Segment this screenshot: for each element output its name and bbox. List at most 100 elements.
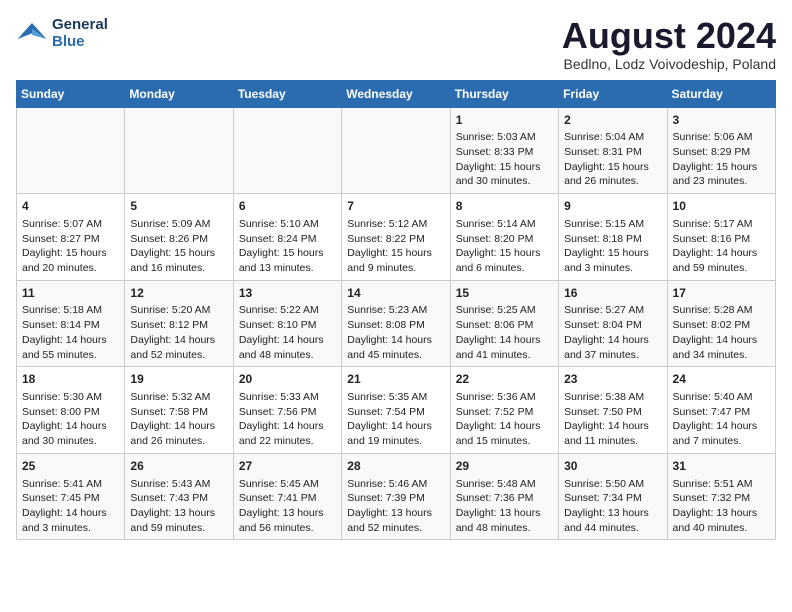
calendar-header-row: SundayMondayTuesdayWednesdayThursdayFrid… — [17, 80, 776, 107]
day-info: Sunrise: 5:10 AM Sunset: 8:24 PM Dayligh… — [239, 217, 336, 276]
calendar-cell: 3Sunrise: 5:06 AM Sunset: 8:29 PM Daylig… — [667, 107, 775, 194]
calendar-cell — [233, 107, 341, 194]
day-info: Sunrise: 5:14 AM Sunset: 8:20 PM Dayligh… — [456, 217, 553, 276]
day-info: Sunrise: 5:36 AM Sunset: 7:52 PM Dayligh… — [456, 390, 553, 449]
calendar-cell: 24 Sunrise: 5:40 AM Sunset: 7:47 PM Dayli… — [667, 367, 775, 454]
calendar-week-3: 11Sunrise: 5:18 AM Sunset: 8:14 PM Dayli… — [17, 280, 776, 367]
day-number: 15 — [456, 285, 553, 302]
day-number: 20 — [239, 371, 336, 388]
calendar-cell: 2Sunrise: 5:04 AM Sunset: 8:31 PM Daylig… — [559, 107, 667, 194]
header-day-thursday: Thursday — [450, 80, 558, 107]
day-number: 25 — [22, 458, 119, 475]
day-number: 6 — [239, 198, 336, 215]
day-info: Sunrise: 5:12 AM Sunset: 8:22 PM Dayligh… — [347, 217, 444, 276]
header-day-monday: Monday — [125, 80, 233, 107]
calendar-cell: 28 Sunrise: 5:46 AM Sunset: 7:39 PM Dayli… — [342, 453, 450, 540]
day-info: Sunrise: 5:03 AM Sunset: 8:33 PM Dayligh… — [456, 130, 553, 189]
calendar-table: SundayMondayTuesdayWednesdayThursdayFrid… — [16, 80, 776, 541]
title-block: August 2024 Bedlno, Lodz Voivodeship, Po… — [562, 16, 776, 72]
calendar-cell: 5Sunrise: 5:09 AM Sunset: 8:26 PM Daylig… — [125, 194, 233, 281]
calendar-cell: 21 Sunrise: 5:35 AM Sunset: 7:54 PM Dayli… — [342, 367, 450, 454]
calendar-cell: 29Sunrise: 5:48 AM Sunset: 7:36 PM Dayli… — [450, 453, 558, 540]
calendar-cell: 22 Sunrise: 5:36 AM Sunset: 7:52 PM Dayli… — [450, 367, 558, 454]
calendar-cell: 27 Sunrise: 5:45 AM Sunset: 7:41 PM Dayli… — [233, 453, 341, 540]
day-info: Sunrise: 5:04 AM Sunset: 8:31 PM Dayligh… — [564, 130, 661, 189]
day-info: Sunrise: 5:27 AM Sunset: 8:04 PM Dayligh… — [564, 303, 661, 362]
day-number: 5 — [130, 198, 227, 215]
day-number: 27 — [239, 458, 336, 475]
calendar-cell: 15Sunrise: 5:25 AM Sunset: 8:06 PM Dayli… — [450, 280, 558, 367]
calendar-cell: 8Sunrise: 5:14 AM Sunset: 8:20 PM Daylig… — [450, 194, 558, 281]
day-number: 21 — [347, 371, 444, 388]
day-info: Sunrise: 5:20 AM Sunset: 8:12 PM Dayligh… — [130, 303, 227, 362]
day-number: 24 — [673, 371, 770, 388]
day-info: Sunrise: 5:06 AM Sunset: 8:29 PM Dayligh… — [673, 130, 770, 189]
calendar-cell: 18 Sunrise: 5:30 AM Sunset: 8:00 PM Dayli… — [17, 367, 125, 454]
calendar-cell: 30 Sunrise: 5:50 AM Sunset: 7:34 PM Dayli… — [559, 453, 667, 540]
day-number: 23 — [564, 371, 661, 388]
day-info: Sunrise: 5:23 AM Sunset: 8:08 PM Dayligh… — [347, 303, 444, 362]
calendar-cell: 12Sunrise: 5:20 AM Sunset: 8:12 PM Dayli… — [125, 280, 233, 367]
day-info: Sunrise: 5:41 AM Sunset: 7:45 PM Dayligh… — [22, 477, 119, 536]
logo-text: General Blue — [52, 16, 108, 50]
month-title: August 2024 — [562, 16, 776, 56]
calendar-cell: 31 Sunrise: 5:51 AM Sunset: 7:32 PM Dayli… — [667, 453, 775, 540]
day-number: 30 — [564, 458, 661, 475]
day-info: Sunrise: 5:35 AM Sunset: 7:54 PM Dayligh… — [347, 390, 444, 449]
day-number: 13 — [239, 285, 336, 302]
logo-icon — [16, 19, 48, 47]
day-number: 11 — [22, 285, 119, 302]
day-info: Sunrise: 5:51 AM Sunset: 7:32 PM Dayligh… — [673, 477, 770, 536]
day-number: 28 — [347, 458, 444, 475]
day-info: Sunrise: 5:28 AM Sunset: 8:02 PM Dayligh… — [673, 303, 770, 362]
day-info: Sunrise: 5:46 AM Sunset: 7:39 PM Dayligh… — [347, 477, 444, 536]
day-number: 19 — [130, 371, 227, 388]
day-number: 22 — [456, 371, 553, 388]
day-info: Sunrise: 5:17 AM Sunset: 8:16 PM Dayligh… — [673, 217, 770, 276]
calendar-cell: 4Sunrise: 5:07 AM Sunset: 8:27 PM Daylig… — [17, 194, 125, 281]
day-info: Sunrise: 5:33 AM Sunset: 7:56 PM Dayligh… — [239, 390, 336, 449]
calendar-cell — [17, 107, 125, 194]
day-number: 16 — [564, 285, 661, 302]
header-day-saturday: Saturday — [667, 80, 775, 107]
day-info: Sunrise: 5:43 AM Sunset: 7:43 PM Dayligh… — [130, 477, 227, 536]
calendar-cell: 26 Sunrise: 5:43 AM Sunset: 7:43 PM Dayli… — [125, 453, 233, 540]
calendar-cell — [125, 107, 233, 194]
day-info: Sunrise: 5:30 AM Sunset: 8:00 PM Dayligh… — [22, 390, 119, 449]
calendar-cell: 16Sunrise: 5:27 AM Sunset: 8:04 PM Dayli… — [559, 280, 667, 367]
day-number: 1 — [456, 112, 553, 129]
calendar-cell: 13Sunrise: 5:22 AM Sunset: 8:10 PM Dayli… — [233, 280, 341, 367]
day-number: 26 — [130, 458, 227, 475]
day-number: 17 — [673, 285, 770, 302]
day-number: 18 — [22, 371, 119, 388]
calendar-cell: 6 Sunrise: 5:10 AM Sunset: 8:24 PM Daylig… — [233, 194, 341, 281]
day-number: 4 — [22, 198, 119, 215]
calendar-week-4: 18 Sunrise: 5:30 AM Sunset: 8:00 PM Dayli… — [17, 367, 776, 454]
logo: General Blue — [16, 16, 108, 50]
calendar-cell: 10 Sunrise: 5:17 AM Sunset: 8:16 PM Dayli… — [667, 194, 775, 281]
header-day-wednesday: Wednesday — [342, 80, 450, 107]
day-info: Sunrise: 5:38 AM Sunset: 7:50 PM Dayligh… — [564, 390, 661, 449]
day-info: Sunrise: 5:25 AM Sunset: 8:06 PM Dayligh… — [456, 303, 553, 362]
calendar-cell: 11Sunrise: 5:18 AM Sunset: 8:14 PM Dayli… — [17, 280, 125, 367]
day-info: Sunrise: 5:50 AM Sunset: 7:34 PM Dayligh… — [564, 477, 661, 536]
day-info: Sunrise: 5:45 AM Sunset: 7:41 PM Dayligh… — [239, 477, 336, 536]
header-day-tuesday: Tuesday — [233, 80, 341, 107]
calendar-week-1: 1Sunrise: 5:03 AM Sunset: 8:33 PM Daylig… — [17, 107, 776, 194]
calendar-cell: 25 Sunrise: 5:41 AM Sunset: 7:45 PM Dayli… — [17, 453, 125, 540]
day-info: Sunrise: 5:22 AM Sunset: 8:10 PM Dayligh… — [239, 303, 336, 362]
calendar-week-2: 4Sunrise: 5:07 AM Sunset: 8:27 PM Daylig… — [17, 194, 776, 281]
day-number: 12 — [130, 285, 227, 302]
calendar-cell: 19Sunrise: 5:32 AM Sunset: 7:58 PM Dayli… — [125, 367, 233, 454]
calendar-cell: 17Sunrise: 5:28 AM Sunset: 8:02 PM Dayli… — [667, 280, 775, 367]
day-number: 9 — [564, 198, 661, 215]
day-number: 31 — [673, 458, 770, 475]
calendar-cell: 20 Sunrise: 5:33 AM Sunset: 7:56 PM Dayli… — [233, 367, 341, 454]
day-number: 10 — [673, 198, 770, 215]
header-day-friday: Friday — [559, 80, 667, 107]
calendar-cell: 7 Sunrise: 5:12 AM Sunset: 8:22 PM Daylig… — [342, 194, 450, 281]
day-number: 7 — [347, 198, 444, 215]
calendar-cell: 9Sunrise: 5:15 AM Sunset: 8:18 PM Daylig… — [559, 194, 667, 281]
calendar-cell: 23 Sunrise: 5:38 AM Sunset: 7:50 PM Dayli… — [559, 367, 667, 454]
day-info: Sunrise: 5:40 AM Sunset: 7:47 PM Dayligh… — [673, 390, 770, 449]
